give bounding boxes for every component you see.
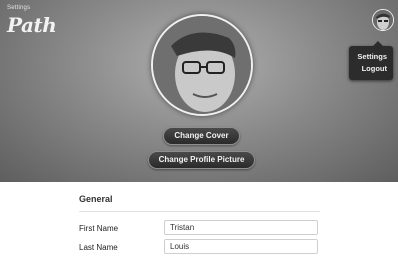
section-divider	[79, 211, 320, 212]
general-section-title: General	[79, 194, 113, 204]
profile-photo	[151, 14, 253, 116]
app-logo[interactable]: Path	[7, 13, 57, 37]
page-subtitle: Settings	[7, 5, 31, 11]
profile-photo-image	[153, 16, 251, 114]
user-avatar-image	[373, 10, 393, 30]
menu-item-logout[interactable]: Logout	[362, 64, 387, 73]
first-name-label: First Name	[79, 224, 119, 233]
cover-area: Settings Path Settings Logout Change Cov…	[0, 0, 398, 182]
first-name-field[interactable]	[164, 220, 318, 235]
menu-item-settings[interactable]: Settings	[357, 52, 387, 61]
last-name-field[interactable]	[164, 239, 318, 254]
account-menu: Settings Logout	[349, 41, 393, 80]
user-avatar[interactable]	[372, 9, 394, 31]
last-name-label: Last Name	[79, 243, 118, 252]
change-cover-button[interactable]: Change Cover	[163, 127, 240, 145]
change-profile-picture-button[interactable]: Change Profile Picture	[148, 151, 255, 169]
